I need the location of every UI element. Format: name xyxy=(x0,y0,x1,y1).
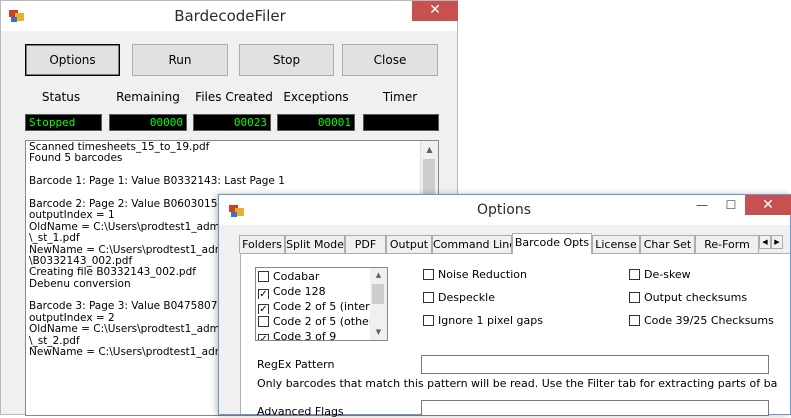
barcode-type-label: Code 2 of 5 (other) xyxy=(273,315,373,328)
tab-folders[interactable]: Folders xyxy=(239,235,285,253)
log-line: Scanned timesheets_15_to_19.pdf xyxy=(29,142,210,153)
options-titlebar[interactable]: Options — ☐ ✕ xyxy=(219,195,791,225)
checkbox-checked-icon[interactable]: ✓ xyxy=(258,304,269,314)
scroll-thumb[interactable] xyxy=(423,159,435,199)
advanced-flags-label: Advanced Flags xyxy=(257,405,344,418)
minimize-icon[interactable]: — xyxy=(687,195,717,215)
close-button[interactable]: Close xyxy=(342,44,438,76)
barcode-type-item[interactable]: Code 2 of 5 (other) xyxy=(258,314,373,329)
tab-scroll-right-icon[interactable]: ▶ xyxy=(771,235,783,249)
remaining-label: Remaining xyxy=(116,90,180,104)
tab-char-set[interactable]: Char Set xyxy=(640,235,695,253)
exceptions-display: 00001 xyxy=(277,114,355,131)
checkbox-icon[interactable] xyxy=(258,271,269,282)
barcode-types-scrollbar[interactable]: ▲ ▼ xyxy=(370,268,387,340)
remaining-display: 00000 xyxy=(109,114,187,131)
option-checkbox[interactable]: Output checksums xyxy=(629,290,747,305)
tab-split-mode[interactable]: Split Mode xyxy=(285,235,345,253)
options-app-icon xyxy=(229,205,244,217)
tab-re-form[interactable]: Re-Form xyxy=(695,235,759,253)
options-close-icon[interactable]: ✕ xyxy=(745,195,791,215)
barcode-type-label: Code 3 of 9 xyxy=(273,330,337,341)
checkbox-icon[interactable] xyxy=(629,315,640,326)
tab-pdf[interactable]: PDF xyxy=(345,235,386,253)
options-window: Options — ☐ ✕ Folders Split Mode PDF Out… xyxy=(218,194,791,418)
log-line: Found 5 barcodes xyxy=(29,153,123,165)
list-scroll-up-icon[interactable]: ▲ xyxy=(370,268,387,283)
options-title: Options xyxy=(476,202,532,218)
checkbox-icon[interactable] xyxy=(629,269,640,280)
list-scroll-down-icon[interactable]: ▼ xyxy=(370,325,387,340)
files-created-label: Files Created xyxy=(195,90,273,104)
tab-barcode-opts[interactable]: Barcode Opts xyxy=(512,233,592,254)
files-created-display: 00023 xyxy=(193,114,271,131)
tab-output[interactable]: Output xyxy=(386,235,432,253)
main-titlebar[interactable]: BardecodeFiler ✕ xyxy=(1,1,458,31)
main-title: BardecodeFiler xyxy=(174,7,286,25)
option-checkbox[interactable]: Code 39/25 Checksums xyxy=(629,313,774,328)
checkbox-checked-icon[interactable]: ✓ xyxy=(258,334,269,340)
list-scroll-thumb[interactable] xyxy=(372,284,384,304)
exceptions-label: Exceptions xyxy=(283,90,349,104)
run-button[interactable]: Run xyxy=(132,44,228,76)
barcode-type-label: Codabar xyxy=(273,270,320,283)
option-checkbox[interactable]: De-skew xyxy=(629,267,691,282)
tab-scroll-left-icon[interactable]: ◀ xyxy=(759,235,771,249)
option-checkbox-label: Code 39/25 Checksums xyxy=(644,314,774,327)
option-checkbox[interactable]: Ignore 1 pixel gaps xyxy=(423,313,543,328)
timer-label: Timer xyxy=(382,90,418,104)
maximize-icon[interactable]: ☐ xyxy=(717,195,745,215)
options-button[interactable]: Options xyxy=(25,44,120,76)
timer-display xyxy=(363,114,439,131)
log-line: Barcode 1: Page 1: Value B0332143: Last … xyxy=(29,176,285,188)
checkbox-icon[interactable] xyxy=(258,316,269,327)
checkbox-icon[interactable] xyxy=(423,292,434,303)
option-checkbox[interactable]: Despeckle xyxy=(423,290,495,305)
option-checkbox-label: Output checksums xyxy=(644,291,748,304)
close-icon[interactable]: ✕ xyxy=(412,1,458,21)
option-checkbox-label: Despeckle xyxy=(438,291,495,304)
barcode-type-item[interactable]: Codabar xyxy=(258,269,373,284)
status-label: Status xyxy=(41,90,81,104)
checkbox-icon[interactable] xyxy=(423,315,434,326)
checkbox-checked-icon[interactable]: ✓ xyxy=(258,289,269,299)
option-checkbox-label: De-skew xyxy=(644,268,691,281)
status-display: Stopped xyxy=(25,114,102,131)
barcode-type-label: Code 2 of 5 (interleaved) xyxy=(273,300,373,313)
option-checkbox-label: Ignore 1 pixel gaps xyxy=(438,314,543,327)
options-tabstrip: Folders Split Mode PDF Output Command Li… xyxy=(239,233,790,254)
checkbox-icon[interactable] xyxy=(629,292,640,303)
option-checkbox-label: Noise Reduction xyxy=(438,268,527,281)
barcode-types-list[interactable]: Codabar ✓ Code 128 ✓ Code 2 of 5 (interleave… xyxy=(255,267,388,341)
barcode-type-item[interactable]: ✓ Code 3 of 9 xyxy=(258,329,373,341)
regex-label: RegEx Pattern xyxy=(257,358,335,371)
stop-button[interactable]: Stop xyxy=(239,44,334,76)
advanced-flags-input[interactable] xyxy=(421,400,769,416)
barcode-type-item[interactable]: ✓ Code 128 xyxy=(258,284,373,299)
tab-license[interactable]: License xyxy=(592,235,640,253)
tab-command-line[interactable]: Command Line xyxy=(432,235,512,253)
barcode-type-label: Code 128 xyxy=(273,285,326,298)
option-checkbox[interactable]: Noise Reduction xyxy=(423,267,527,282)
checkbox-icon[interactable] xyxy=(423,269,434,280)
regex-help-text: Only barcodes that match this pattern wi… xyxy=(257,377,777,390)
regex-input[interactable] xyxy=(421,355,769,374)
barcode-type-item[interactable]: ✓ Code 2 of 5 (interleaved) xyxy=(258,299,373,314)
scroll-up-icon[interactable]: ▲ xyxy=(421,141,438,158)
